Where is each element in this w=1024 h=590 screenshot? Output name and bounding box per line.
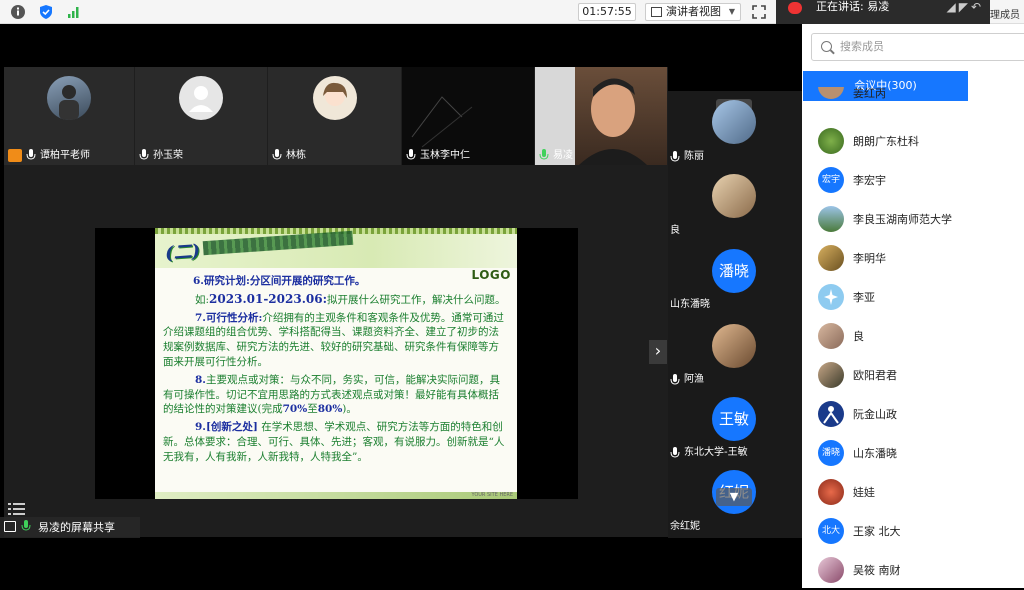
avatar xyxy=(818,362,844,388)
participant-avatar[interactable] xyxy=(712,100,756,144)
participant-name: 谭柏平老师 xyxy=(26,148,90,163)
avatar: 潘晓 xyxy=(818,440,844,466)
avatar: 北大 xyxy=(818,518,844,544)
avatar: 宏宇 xyxy=(818,167,844,193)
top-toolbar: 01:57:55 演讲者视图 ▼ 正在讲话: 易凌 ◢◤↶ 理成员 xyxy=(0,0,1024,24)
avatar xyxy=(818,284,844,310)
avatar xyxy=(818,245,844,271)
members-panel: 搜索成员 会议中(300) 姜红丙 朗朗广东杜科 宏宇 李宏宇 李良玉湖南师范大… xyxy=(802,24,1024,588)
avatar xyxy=(818,401,844,427)
list-item[interactable]: 吴筱 南财 xyxy=(802,551,1024,590)
avatar xyxy=(312,76,357,120)
search-placeholder: 搜索成员 xyxy=(840,40,884,53)
scroll-down-button[interactable]: ▼ xyxy=(716,488,752,506)
participant-name: 孙玉荣 xyxy=(139,148,183,163)
slide: (二) LOGO 6.研究计划:分区间开展的研究工作。 如:2023.01-20… xyxy=(155,228,517,499)
mic-active-icon xyxy=(539,149,549,160)
avatar xyxy=(818,323,844,349)
list-item[interactable]: 良 xyxy=(802,317,1024,356)
participant-name: 余红妮 xyxy=(670,521,700,532)
shared-screen: (二) LOGO 6.研究计划:分区间开展的研究工作。 如:2023.01-20… xyxy=(95,228,578,499)
slide-footer: YOUR SITE HERE xyxy=(155,492,517,499)
slide-body: 6.研究计划:分区间开展的研究工作。 如:2023.01-2023.06:拟开展… xyxy=(163,275,506,463)
slide-title-decoration xyxy=(202,230,354,256)
presenter-view-label: 演讲者视图 xyxy=(666,5,721,18)
avatar xyxy=(179,76,223,120)
mic-icon xyxy=(788,2,802,14)
shield-icon[interactable] xyxy=(37,3,55,21)
avatar xyxy=(818,87,844,99)
avatar xyxy=(818,479,844,505)
participant-name: 林栋 xyxy=(272,148,306,163)
participant-avatar[interactable]: 王敏 xyxy=(712,397,756,441)
window-controls-icon[interactable]: ◢◤↶ xyxy=(946,0,984,14)
video-tile[interactable]: 易凌 xyxy=(535,67,667,165)
list-item[interactable]: 李明华 xyxy=(802,239,1024,278)
avatar xyxy=(47,76,91,120)
avatar xyxy=(818,128,844,154)
mic-active-icon xyxy=(21,520,31,531)
video-tile[interactable]: 林栋 xyxy=(268,67,401,165)
mic-icon xyxy=(670,151,680,162)
list-item[interactable]: 姜红丙 xyxy=(802,87,1024,101)
speaking-label: 正在讲话: 易凌 xyxy=(816,0,890,13)
signal-icon[interactable] xyxy=(65,3,83,21)
meeting-timer: 01:57:55 xyxy=(578,3,636,21)
participant-name: 阿渔 xyxy=(670,373,704,387)
mic-icon xyxy=(272,149,282,160)
avatar xyxy=(818,206,844,232)
participant-name: 易凌 xyxy=(539,148,573,163)
list-item[interactable]: 潘晓 山东潘晓 xyxy=(802,434,1024,473)
list-item[interactable]: 朗朗广东杜科 xyxy=(802,122,1024,161)
info-icon[interactable] xyxy=(9,3,27,21)
participant-name: 东北大学-王敏 xyxy=(670,446,748,460)
mic-icon xyxy=(670,374,680,385)
screen-share-icon xyxy=(4,521,16,532)
speaking-indicator: 正在讲话: 易凌 ◢◤↶ xyxy=(776,0,990,24)
participant-avatar[interactable]: 潘晓 xyxy=(712,249,756,293)
mic-icon xyxy=(139,149,149,160)
next-page-button[interactable]: › xyxy=(649,340,667,364)
participant-name: 山东潘晓 xyxy=(670,299,710,310)
list-item[interactable]: 欧阳君君 xyxy=(802,356,1024,395)
mic-icon xyxy=(406,149,416,160)
list-item[interactable]: 娃娃 xyxy=(802,473,1024,512)
participant-name: 陈丽 xyxy=(670,150,704,164)
presenter-view-icon xyxy=(651,7,662,17)
slide-title: (二) xyxy=(164,240,201,265)
mic-icon xyxy=(670,447,680,458)
participant-name: 玉林李中仁 xyxy=(406,148,470,163)
list-item[interactable]: 北大 王家 北大 xyxy=(802,512,1024,551)
participant-avatar[interactable] xyxy=(712,174,756,218)
list-toggle-icon[interactable] xyxy=(6,500,28,518)
slide-header: (二) xyxy=(155,228,517,268)
video-tile[interactable]: 谭柏平老师 xyxy=(4,67,134,165)
presenter-view-dropdown[interactable]: 演讲者视图 ▼ xyxy=(645,3,741,21)
manage-members-link[interactable]: 理成员 xyxy=(990,6,1020,21)
video-tile[interactable]: 孙玉荣 xyxy=(135,67,267,165)
screen-share-label: 易凌的屏幕共享 xyxy=(0,517,140,538)
participant-avatar[interactable] xyxy=(712,324,756,368)
host-icon xyxy=(8,149,22,162)
list-item[interactable]: 李亚 xyxy=(802,278,1024,317)
mic-icon xyxy=(26,149,36,160)
video-tile[interactable]: 玉林李中仁 xyxy=(402,67,534,165)
chevron-down-icon: ▼ xyxy=(728,7,735,16)
list-item[interactable]: 李良玉湖南师范大学 xyxy=(802,200,1024,239)
fullscreen-icon[interactable] xyxy=(751,4,767,20)
search-input[interactable]: 搜索成员 xyxy=(811,33,1024,61)
list-item[interactable]: 阮金山政 xyxy=(802,395,1024,434)
search-icon xyxy=(821,41,832,52)
participant-name: 良 xyxy=(670,225,680,236)
avatar xyxy=(818,557,844,583)
list-item[interactable]: 宏宇 李宏宇 xyxy=(802,161,1024,200)
